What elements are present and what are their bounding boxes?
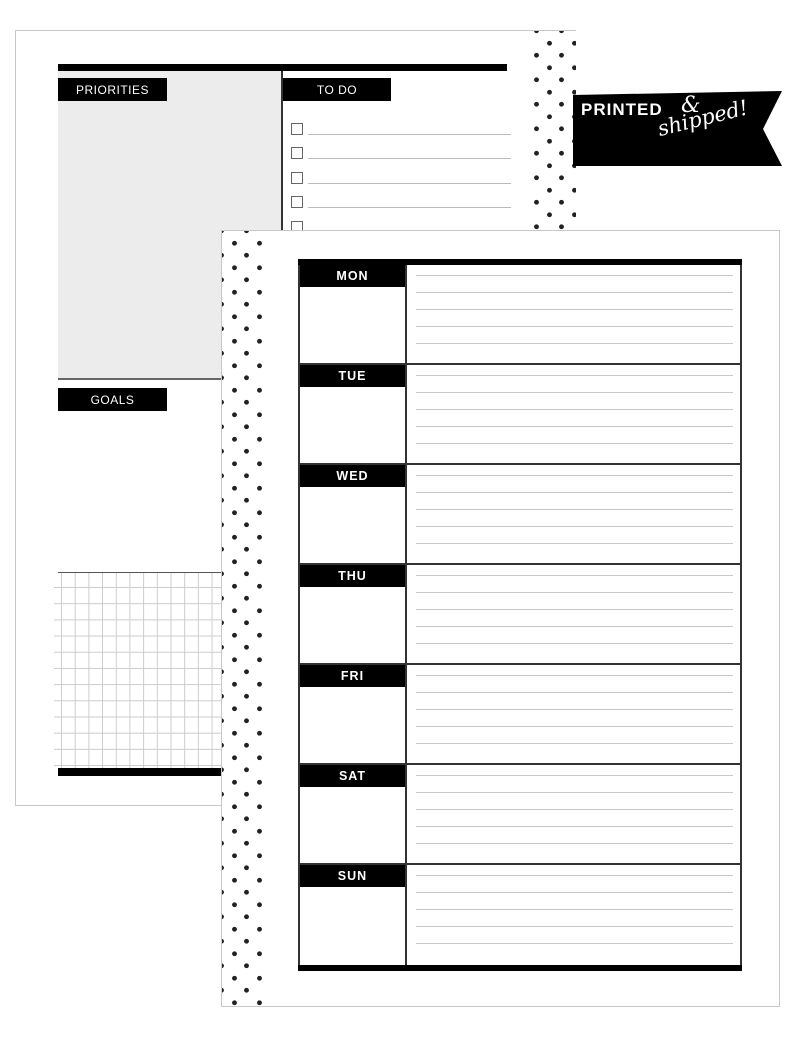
todo-list	[291, 111, 511, 234]
day-label: THU	[300, 565, 405, 587]
todo-write-line	[308, 158, 511, 159]
note-line	[416, 475, 733, 476]
day-label: MON	[300, 265, 405, 287]
polka-dot-strip	[222, 231, 264, 1006]
note-line	[416, 326, 733, 327]
note-line	[416, 743, 733, 744]
todo-item	[291, 111, 511, 136]
note-line	[416, 275, 733, 276]
checkbox-icon	[291, 196, 303, 208]
note-line	[416, 375, 733, 376]
note-line	[416, 943, 733, 944]
bottom-rule	[58, 768, 238, 776]
day-row-thu: THU	[298, 565, 742, 665]
day-label: FRI	[300, 665, 405, 687]
day-notes	[407, 565, 740, 663]
day-label: TUE	[300, 365, 405, 387]
day-label: SAT	[300, 765, 405, 787]
day-box: THU	[300, 565, 407, 663]
note-line	[416, 926, 733, 927]
note-line	[416, 292, 733, 293]
weekly-planner-page: MON TUE WED THU FRI SAT SUN	[221, 230, 780, 1007]
section-separator	[58, 378, 238, 380]
day-notes	[407, 465, 740, 563]
todo-write-line	[308, 133, 511, 135]
todo-write-line	[308, 182, 511, 184]
note-line	[416, 843, 733, 844]
day-notes	[407, 765, 740, 863]
note-line	[416, 826, 733, 827]
note-line	[416, 875, 733, 876]
note-line	[416, 409, 733, 410]
todo-item	[291, 160, 511, 185]
note-line	[416, 909, 733, 910]
todo-item	[291, 136, 511, 161]
todo-write-line	[308, 207, 511, 208]
banner-printed-text: PRINTED	[581, 100, 663, 119]
weekly-grid: MON TUE WED THU FRI SAT SUN	[298, 259, 742, 971]
note-line	[416, 775, 733, 776]
day-notes	[407, 365, 740, 463]
day-label: WED	[300, 465, 405, 487]
day-rows: MON TUE WED THU FRI SAT SUN	[298, 265, 742, 965]
note-line	[416, 509, 733, 510]
day-box: FRI	[300, 665, 407, 763]
top-rule	[58, 64, 507, 71]
note-line	[416, 543, 733, 544]
day-notes	[407, 865, 740, 965]
note-line	[416, 443, 733, 444]
graph-grid	[54, 573, 237, 768]
note-line	[416, 343, 733, 344]
day-box: SAT	[300, 765, 407, 863]
note-line	[416, 643, 733, 644]
note-line	[416, 309, 733, 310]
todo-heading: TO DO	[283, 78, 391, 101]
polka-dot-strip	[534, 31, 576, 231]
note-line	[416, 426, 733, 427]
note-line	[416, 575, 733, 576]
note-line	[416, 692, 733, 693]
note-line	[416, 609, 733, 610]
day-row-tue: TUE	[298, 365, 742, 465]
day-label: SUN	[300, 865, 405, 887]
day-row-fri: FRI	[298, 665, 742, 765]
note-line	[416, 675, 733, 676]
note-line	[416, 592, 733, 593]
day-row-wed: WED	[298, 465, 742, 565]
printed-shipped-banner: PRINTED & shipped!	[573, 91, 783, 166]
day-notes	[407, 265, 740, 363]
note-line	[416, 726, 733, 727]
day-box: MON	[300, 265, 407, 363]
day-box: SUN	[300, 865, 407, 965]
checkbox-icon	[291, 171, 303, 184]
day-row-sun: SUN	[298, 865, 742, 965]
note-line	[416, 392, 733, 393]
day-row-mon: MON	[298, 265, 742, 365]
day-box: WED	[300, 465, 407, 563]
note-line	[416, 792, 733, 793]
priorities-heading: PRIORITIES	[58, 78, 167, 101]
day-row-sat: SAT	[298, 765, 742, 865]
note-line	[416, 809, 733, 810]
note-line	[416, 709, 733, 710]
note-line	[416, 892, 733, 893]
checkbox-icon	[291, 122, 303, 135]
day-box: TUE	[300, 365, 407, 463]
note-line	[416, 526, 733, 527]
goals-heading: GOALS	[58, 388, 167, 411]
note-line	[416, 626, 733, 627]
day-notes	[407, 665, 740, 763]
week-bottom-rule	[298, 965, 742, 971]
checkbox-icon	[291, 147, 303, 159]
todo-item	[291, 185, 511, 210]
note-line	[416, 492, 733, 493]
